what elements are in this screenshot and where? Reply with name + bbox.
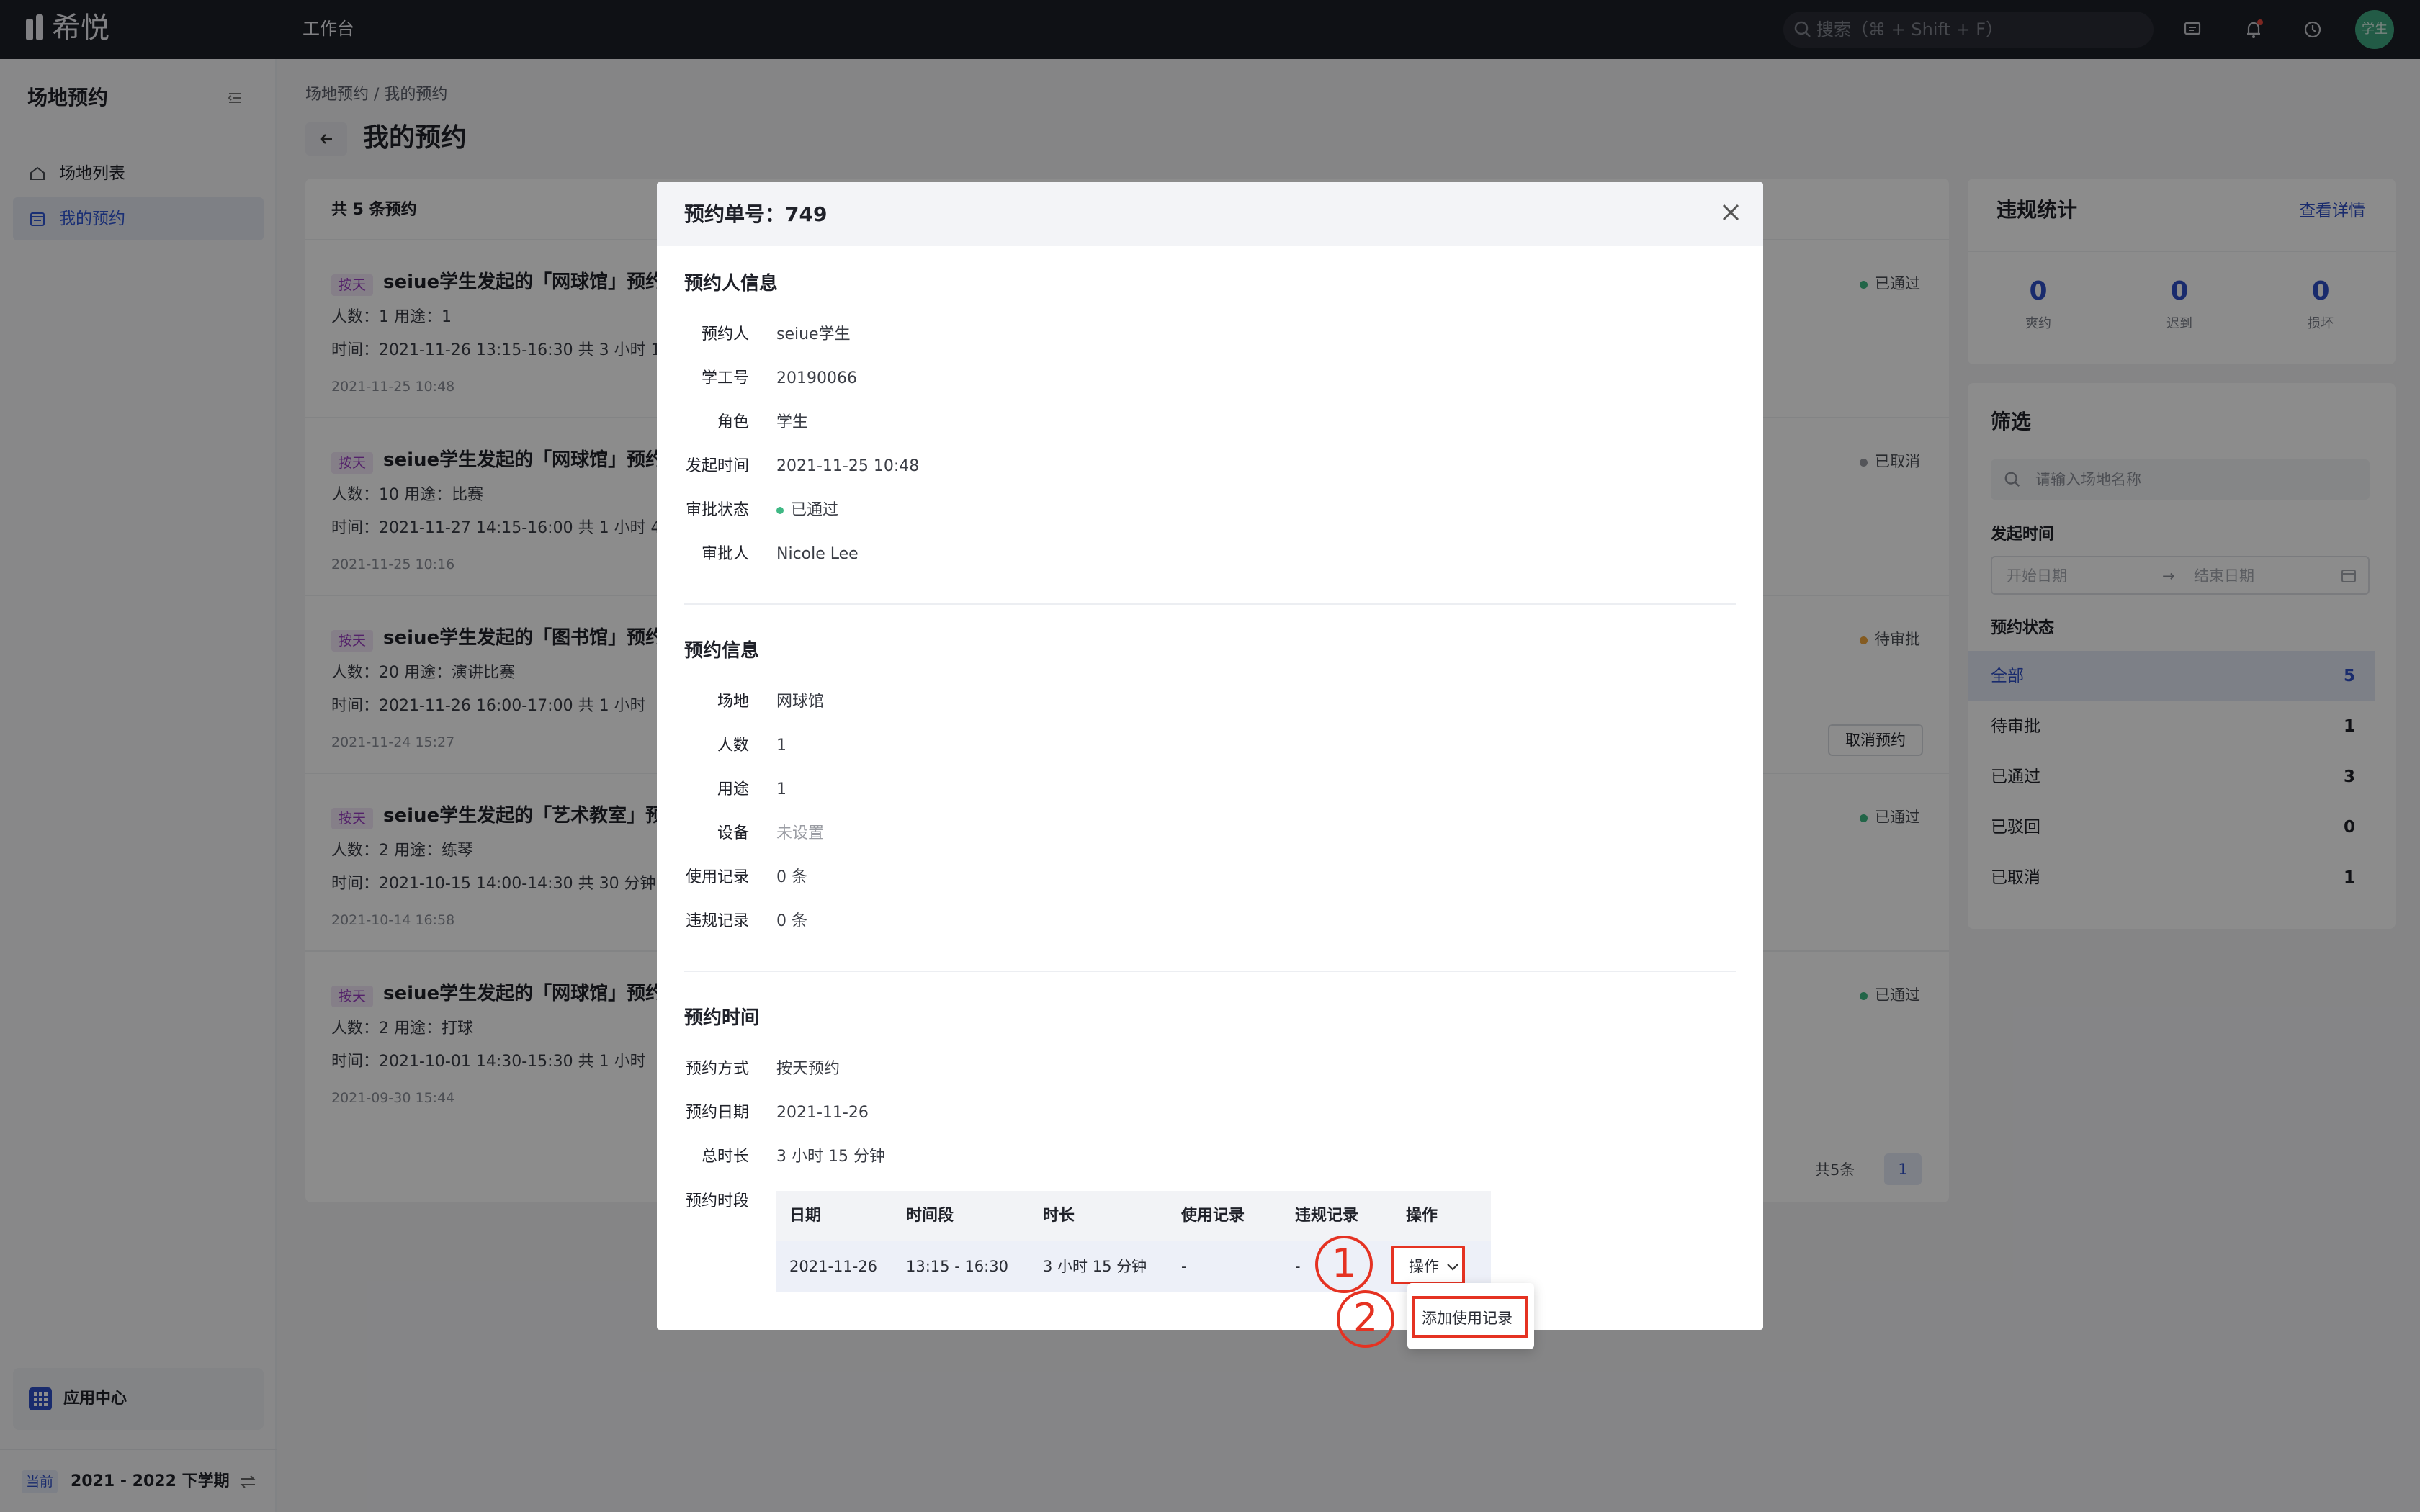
table-cell: 2021-11-26	[789, 1258, 878, 1275]
close-icon[interactable]	[1720, 202, 1742, 223]
chevron-down-icon	[1447, 1264, 1458, 1271]
field-value: 20190066	[776, 369, 857, 387]
field-label: 设备	[717, 824, 749, 842]
add-usage-record-menu-item[interactable]: 添加使用记录	[1412, 1296, 1528, 1338]
field-label: 审批人	[701, 545, 749, 563]
field-label: 人数	[717, 737, 749, 755]
table-header-cell: 日期	[789, 1207, 822, 1225]
add-usage-record-label: 添加使用记录	[1422, 1310, 1512, 1327]
field-label: 角色	[717, 413, 749, 431]
row-action-dropdown[interactable]: 操作	[1392, 1246, 1465, 1284]
field-value: 2021-11-26	[776, 1104, 869, 1122]
field-label: 总时长	[701, 1148, 749, 1166]
step-marker-1: 1	[1315, 1236, 1373, 1293]
booking-info-title: 预约信息	[684, 640, 760, 662]
field-value: seiue学生	[776, 325, 851, 343]
field-value: 2021-11-25 10:48	[776, 457, 920, 475]
field-label: 学工号	[701, 369, 749, 387]
field-value: 1	[776, 780, 786, 798]
field-value: 已通过	[791, 501, 839, 519]
field-label: 审批状态	[685, 501, 749, 519]
field-label: 预约方式	[685, 1060, 749, 1078]
table-header-cell: 违规记录	[1295, 1207, 1359, 1225]
table-header-cell: 使用记录	[1181, 1207, 1245, 1225]
status-dot	[776, 507, 784, 514]
field-value: 学生	[776, 413, 809, 431]
approval-status-value: 已通过	[776, 498, 838, 523]
field-value: 未设置	[776, 824, 825, 842]
field-value: 网球馆	[776, 693, 825, 711]
field-value: 0 条	[776, 912, 807, 930]
field-value: 3 小时 15 分钟	[776, 1148, 885, 1166]
table-header-cell: 时间段	[906, 1207, 954, 1225]
field-label: 发起时间	[685, 457, 749, 475]
field-label: 使用记录	[685, 868, 749, 886]
divider	[684, 971, 1736, 972]
modal-title: 预约单号：749	[684, 202, 828, 226]
field-value: Nicole Lee	[776, 545, 859, 563]
field-label: 预约人	[701, 325, 749, 343]
table-header-cell: 操作	[1406, 1207, 1438, 1225]
divider	[684, 603, 1736, 605]
field-value: 按天预约	[776, 1060, 841, 1078]
table-cell: 13:15 - 16:30	[906, 1258, 1008, 1275]
booking-time-title: 预约时间	[684, 1007, 760, 1029]
field-label: 用途	[717, 780, 749, 798]
field-label: 场地	[717, 693, 749, 711]
slot-label: 预约时段	[685, 1192, 749, 1210]
row-action-label: 操作	[1409, 1258, 1439, 1275]
table-cell: -	[1295, 1258, 1301, 1275]
field-label: 预约日期	[685, 1104, 749, 1122]
table-cell: 3 小时 15 分钟	[1043, 1258, 1147, 1275]
table-header-cell: 时长	[1043, 1207, 1075, 1225]
table-cell: -	[1181, 1258, 1187, 1275]
field-value: 1	[776, 737, 786, 755]
booker-info-title: 预约人信息	[684, 273, 779, 294]
field-label: 违规记录	[685, 912, 749, 930]
field-value: 0 条	[776, 868, 807, 886]
slot-table-header	[776, 1191, 1491, 1241]
step-marker-2: 2	[1337, 1290, 1394, 1348]
